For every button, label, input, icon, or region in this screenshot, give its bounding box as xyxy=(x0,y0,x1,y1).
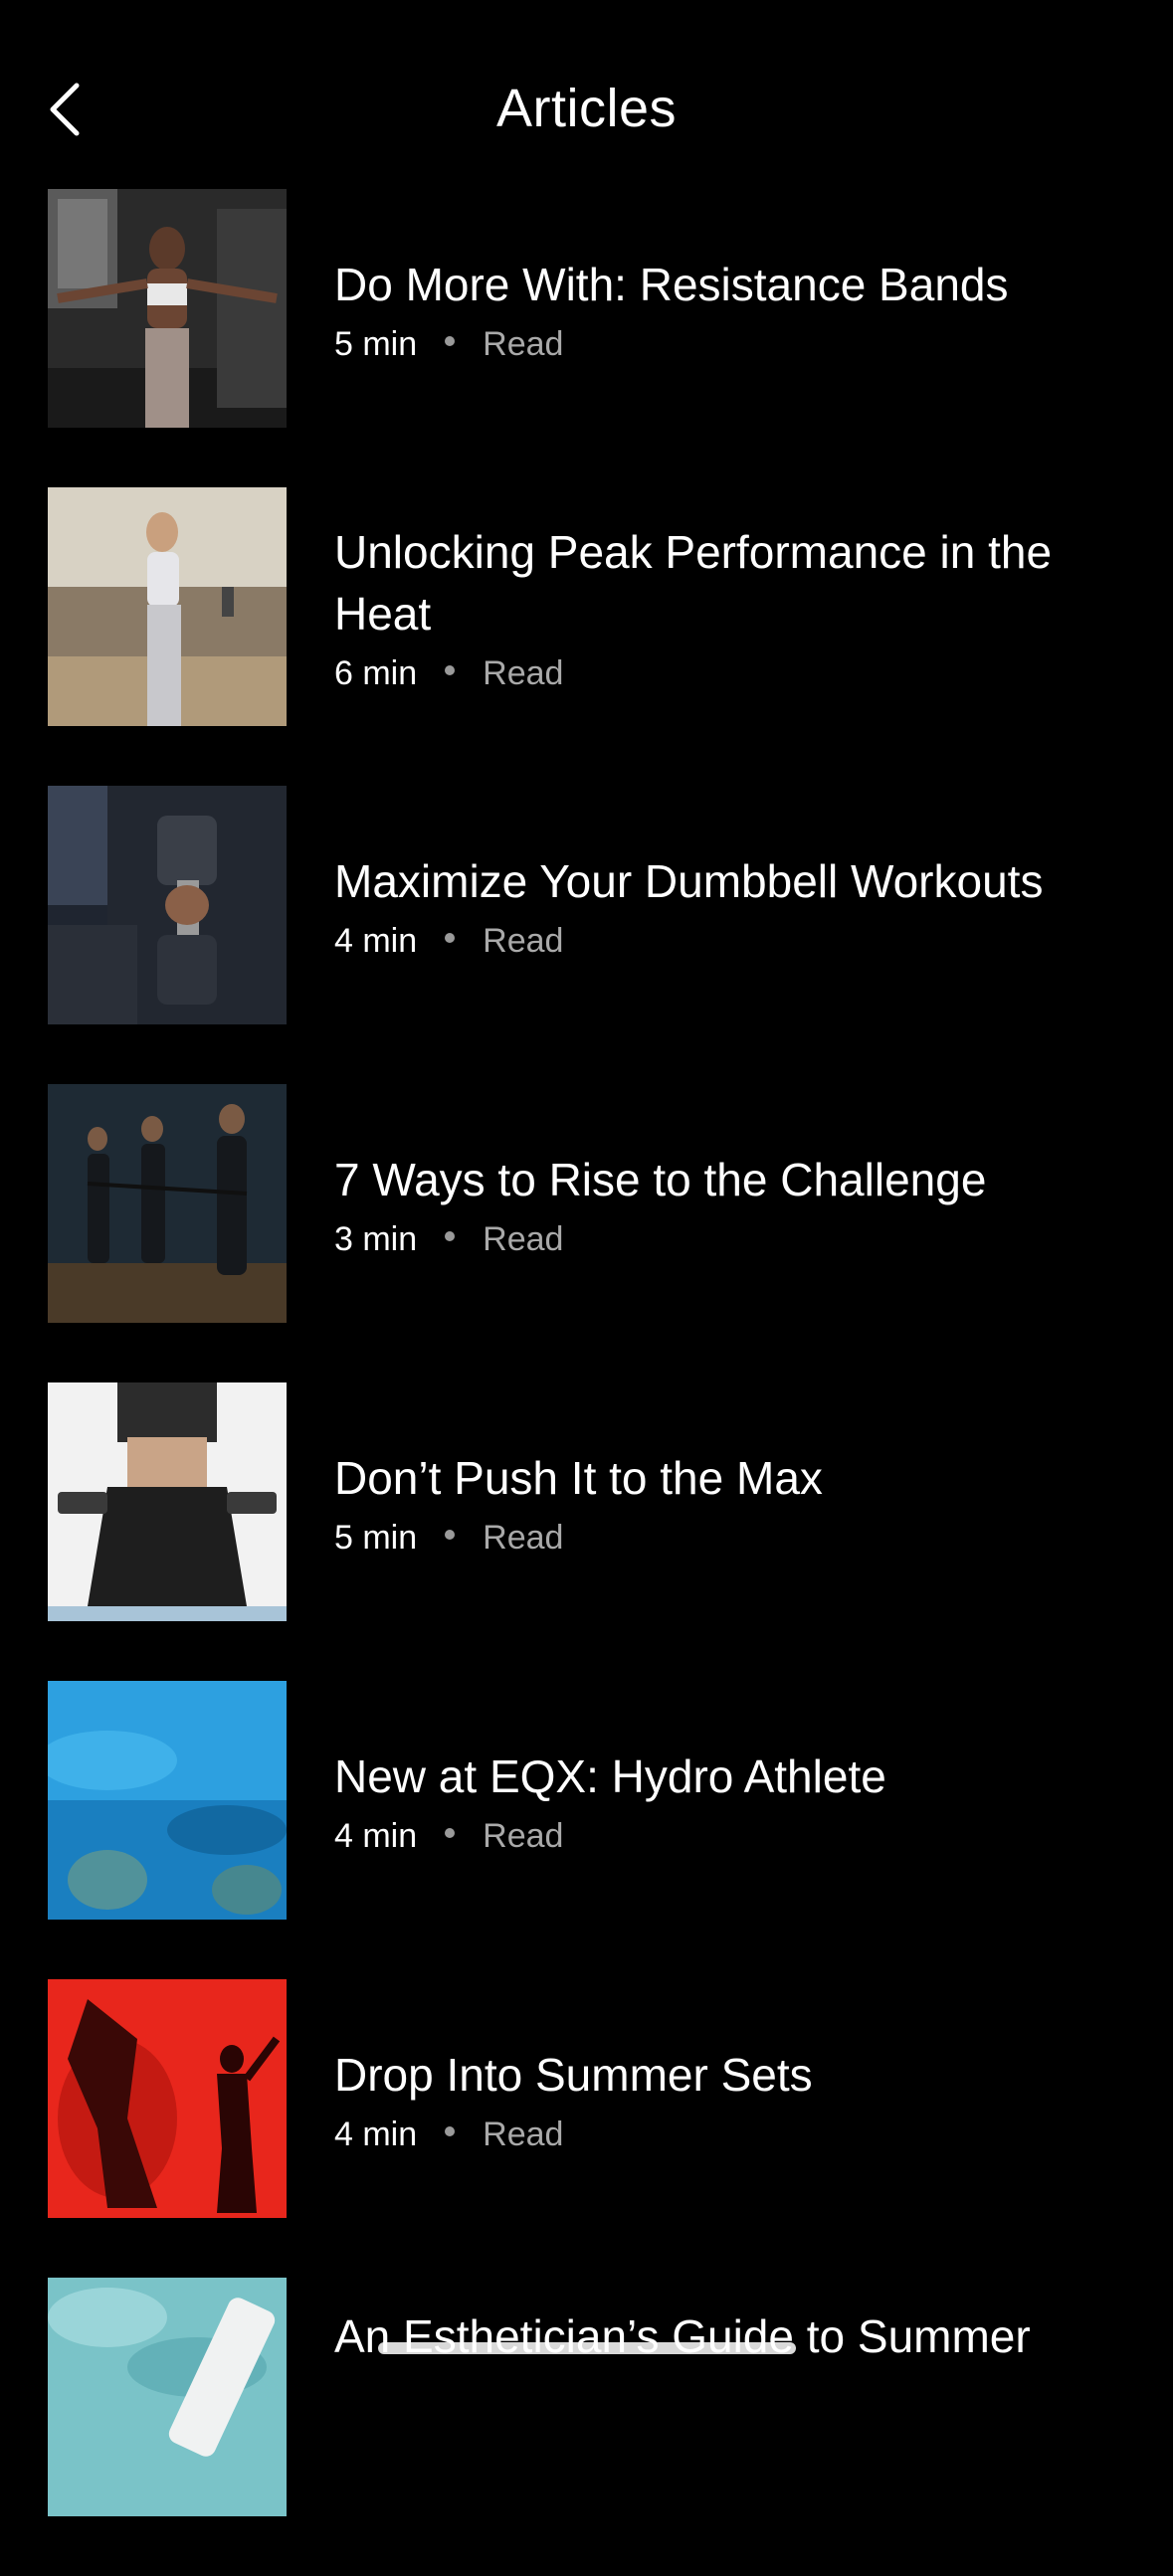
page-title: Articles xyxy=(495,79,678,138)
article-duration: 3 min xyxy=(334,1219,418,1258)
red-silhouette-dance-photo xyxy=(48,1979,287,2218)
article-duration: 6 min xyxy=(334,653,418,692)
article-thumbnail xyxy=(48,786,287,1024)
group-fitness-class-photo xyxy=(48,1084,287,1323)
article-type: Read xyxy=(483,921,564,960)
article-duration: 5 min xyxy=(334,324,418,363)
article-thumbnail xyxy=(48,487,287,726)
article-title: An Esthetician’s Guide to Summer xyxy=(334,2310,1031,2362)
separator-dot xyxy=(445,933,456,943)
article-list: Do More With: Resistance Bands 5 min Rea… xyxy=(0,189,1173,2576)
article-title: Maximize Your Dumbbell Workouts xyxy=(334,854,1044,907)
article-thumbnail xyxy=(48,2278,287,2516)
article-type: Read xyxy=(483,1816,564,1855)
article-title: Drop Into Summer Sets xyxy=(334,2048,813,2101)
skincare-water-photo xyxy=(48,2278,287,2516)
separator-dot xyxy=(445,1231,456,1241)
article-title: Do More With: Resistance Bands xyxy=(334,258,1009,310)
woman-outdoor-running-photo xyxy=(48,487,287,726)
article-type: Read xyxy=(483,324,564,363)
article-duration: 4 min xyxy=(334,1816,418,1855)
article-item[interactable]: Drop Into Summer Sets 4 min Read xyxy=(0,1979,1173,2278)
article-meta: 6 min Read xyxy=(334,654,1130,693)
article-item[interactable]: 7 Ways to Rise to the Challenge 3 min Re… xyxy=(0,1084,1173,1382)
article-item[interactable]: Unlocking Peak Performance in the Heat 6… xyxy=(0,487,1173,786)
article-item[interactable]: Maximize Your Dumbbell Workouts 4 min Re… xyxy=(0,786,1173,1084)
separator-dot xyxy=(445,2126,456,2136)
article-thumbnail xyxy=(48,1382,287,1621)
article-type: Read xyxy=(483,2115,564,2153)
article-meta: 4 min Read xyxy=(334,922,1130,961)
article-item[interactable]: Don’t Push It to the Max 5 min Read xyxy=(0,1382,1173,1681)
separator-dot xyxy=(445,1530,456,1540)
article-title: Don’t Push It to the Max xyxy=(334,1451,823,1504)
article-title: New at EQX: Hydro Athlete xyxy=(334,1749,886,1802)
underwater-pool-photo xyxy=(48,1681,287,1920)
kneeling-dumbbell-photo xyxy=(48,1382,287,1621)
article-item[interactable]: Do More With: Resistance Bands 5 min Rea… xyxy=(0,189,1173,487)
woman-resistance-bands-photo xyxy=(48,189,287,428)
article-meta: 4 min Read xyxy=(334,1817,1130,1856)
dumbbell-closeup-photo xyxy=(48,786,287,1024)
article-meta: 5 min Read xyxy=(334,1519,1130,1558)
article-meta: 5 min Read xyxy=(334,325,1130,364)
separator-dot xyxy=(445,665,456,675)
separator-dot xyxy=(445,336,456,346)
separator-dot xyxy=(445,1828,456,1838)
article-duration: 4 min xyxy=(334,2115,418,2153)
article-type: Read xyxy=(483,653,564,692)
home-indicator[interactable] xyxy=(378,2342,796,2354)
article-duration: 4 min xyxy=(334,921,418,960)
header: Articles xyxy=(0,0,1173,199)
article-type: Read xyxy=(483,1518,564,1557)
article-type: Read xyxy=(483,1219,564,1258)
article-thumbnail xyxy=(48,189,287,428)
article-meta: 4 min Read xyxy=(334,2116,1130,2154)
article-item[interactable]: An Esthetician’s Guide to Summer xyxy=(0,2278,1173,2576)
article-duration: 5 min xyxy=(334,1518,418,1557)
article-item[interactable]: New at EQX: Hydro Athlete 4 min Read xyxy=(0,1681,1173,1979)
article-title: 7 Ways to Rise to the Challenge xyxy=(334,1153,987,1205)
article-thumbnail xyxy=(48,1979,287,2218)
article-meta: 3 min Read xyxy=(334,1220,1130,1259)
article-thumbnail xyxy=(48,1084,287,1323)
article-thumbnail xyxy=(48,1681,287,1920)
article-title: Unlocking Peak Performance in the Heat xyxy=(334,525,1053,640)
